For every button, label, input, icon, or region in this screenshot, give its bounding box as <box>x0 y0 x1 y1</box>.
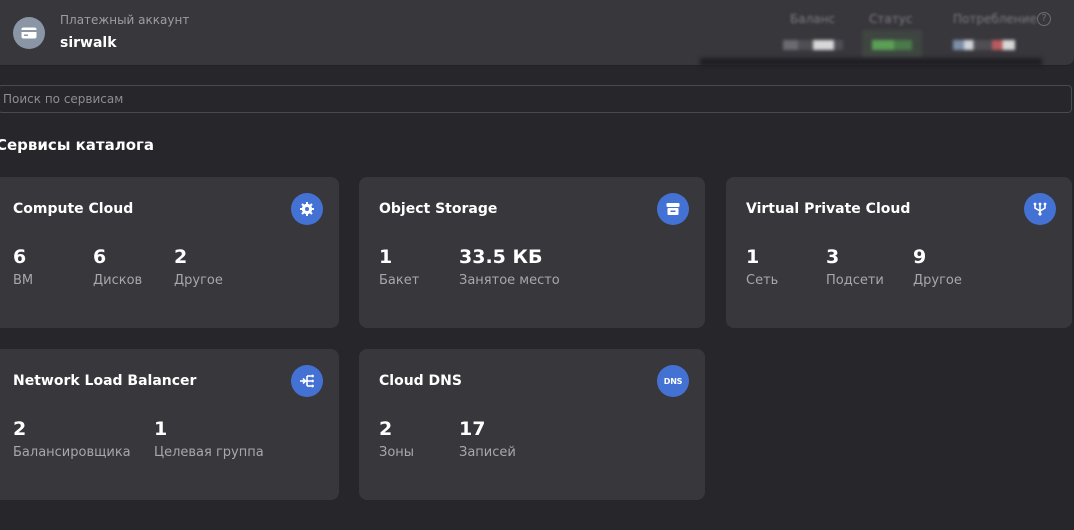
chip-icon <box>291 193 323 225</box>
search-input[interactable] <box>0 85 1072 113</box>
metric: 1 Целевая группа <box>154 417 264 460</box>
balancer-icon <box>291 365 323 397</box>
metric-label: Дисков <box>93 273 143 288</box>
metric-value: 1 <box>746 246 760 268</box>
metric-value: 2 <box>379 418 393 440</box>
billing-account-name[interactable]: sirwalk <box>60 35 117 51</box>
metric-label: Целевая группа <box>154 445 264 460</box>
section-title: Сервисы каталога <box>0 136 154 154</box>
metric-label: Балансировщика <box>13 445 131 460</box>
metric-value: 17 <box>459 418 486 440</box>
storage-icon <box>657 193 689 225</box>
card-title: Compute Cloud <box>13 201 134 217</box>
dns-icon-text: DNS <box>663 376 683 386</box>
help-icon[interactable]: ? <box>1037 12 1051 26</box>
metric-value: 1 <box>154 418 168 440</box>
metric-value: 6 <box>13 246 27 268</box>
metric: 2 Балансировщика <box>13 417 131 460</box>
consumption-label: Потребление <box>953 12 1037 26</box>
metric-value: 1 <box>379 246 393 268</box>
card-title: Network Load Balancer <box>13 373 197 389</box>
metric: 9 Другое <box>913 245 962 288</box>
billing-account-panel[interactable]: Платежный аккаунт sirwalk Баланс Статус … <box>0 0 1074 66</box>
balance-value-redacted <box>783 40 843 50</box>
metric: 3 Подсети <box>826 245 884 288</box>
metric-label: Бакет <box>379 273 420 288</box>
card-title: Cloud DNS <box>379 373 462 389</box>
service-card-compute-cloud[interactable]: Compute Cloud 6 ВМ 6 Дисков 2 Другое <box>0 177 339 328</box>
metric-label: Подсети <box>826 273 884 288</box>
service-card-cloud-dns[interactable]: Cloud DNS DNS 2 Зоны 17 Записей <box>359 349 705 500</box>
metric-value: 2 <box>13 418 27 440</box>
metric-label: Занятое место <box>459 273 560 288</box>
billing-account-label: Платежный аккаунт <box>60 13 190 27</box>
metric-value: 6 <box>93 246 107 268</box>
page: Платежный аккаунт sirwalk Баланс Статус … <box>0 0 1074 530</box>
metric: 6 Дисков <box>93 245 142 288</box>
metric-label: Записей <box>459 445 516 460</box>
metric-label: Другое <box>174 273 223 288</box>
credit-card-icon <box>13 17 45 49</box>
consumption-value-redacted <box>953 40 1015 50</box>
status-value-redacted <box>872 40 912 50</box>
network-icon <box>1024 193 1056 225</box>
card-title: Object Storage <box>379 201 498 217</box>
metric: 6 ВМ <box>13 245 33 288</box>
metric-value: 9 <box>913 246 927 268</box>
metric-value: 3 <box>826 246 840 268</box>
metric: 2 Другое <box>174 245 223 288</box>
metric-label: Сеть <box>746 273 779 288</box>
service-card-object-storage[interactable]: Object Storage 1 Бакет 33.5 КБ Занятое м… <box>359 177 705 328</box>
service-card-virtual-private-cloud[interactable]: Virtual Private Cloud 1 Сеть 3 Подсети 9 <box>726 177 1072 328</box>
metric: 17 Записей <box>459 417 516 460</box>
metric-value: 33.5 КБ <box>459 246 543 268</box>
card-title: Virtual Private Cloud <box>746 201 911 217</box>
metric-value: 2 <box>174 246 188 268</box>
balance-label: Баланс <box>790 12 836 26</box>
metric: 2 Зоны <box>379 417 414 460</box>
metric: 1 Бакет <box>379 245 419 288</box>
metric-label: Зоны <box>379 445 415 460</box>
header-shadow <box>700 58 1042 66</box>
status-label: Статус <box>869 12 913 26</box>
dns-icon: DNS <box>657 365 689 397</box>
service-card-network-load-balancer[interactable]: Network Load Balancer 2 Балансировщика 1… <box>0 349 339 500</box>
metric-label: Другое <box>913 273 962 288</box>
metric: 33.5 КБ Занятое место <box>459 245 560 288</box>
metric-label: ВМ <box>13 273 34 288</box>
metric: 1 Сеть <box>746 245 778 288</box>
